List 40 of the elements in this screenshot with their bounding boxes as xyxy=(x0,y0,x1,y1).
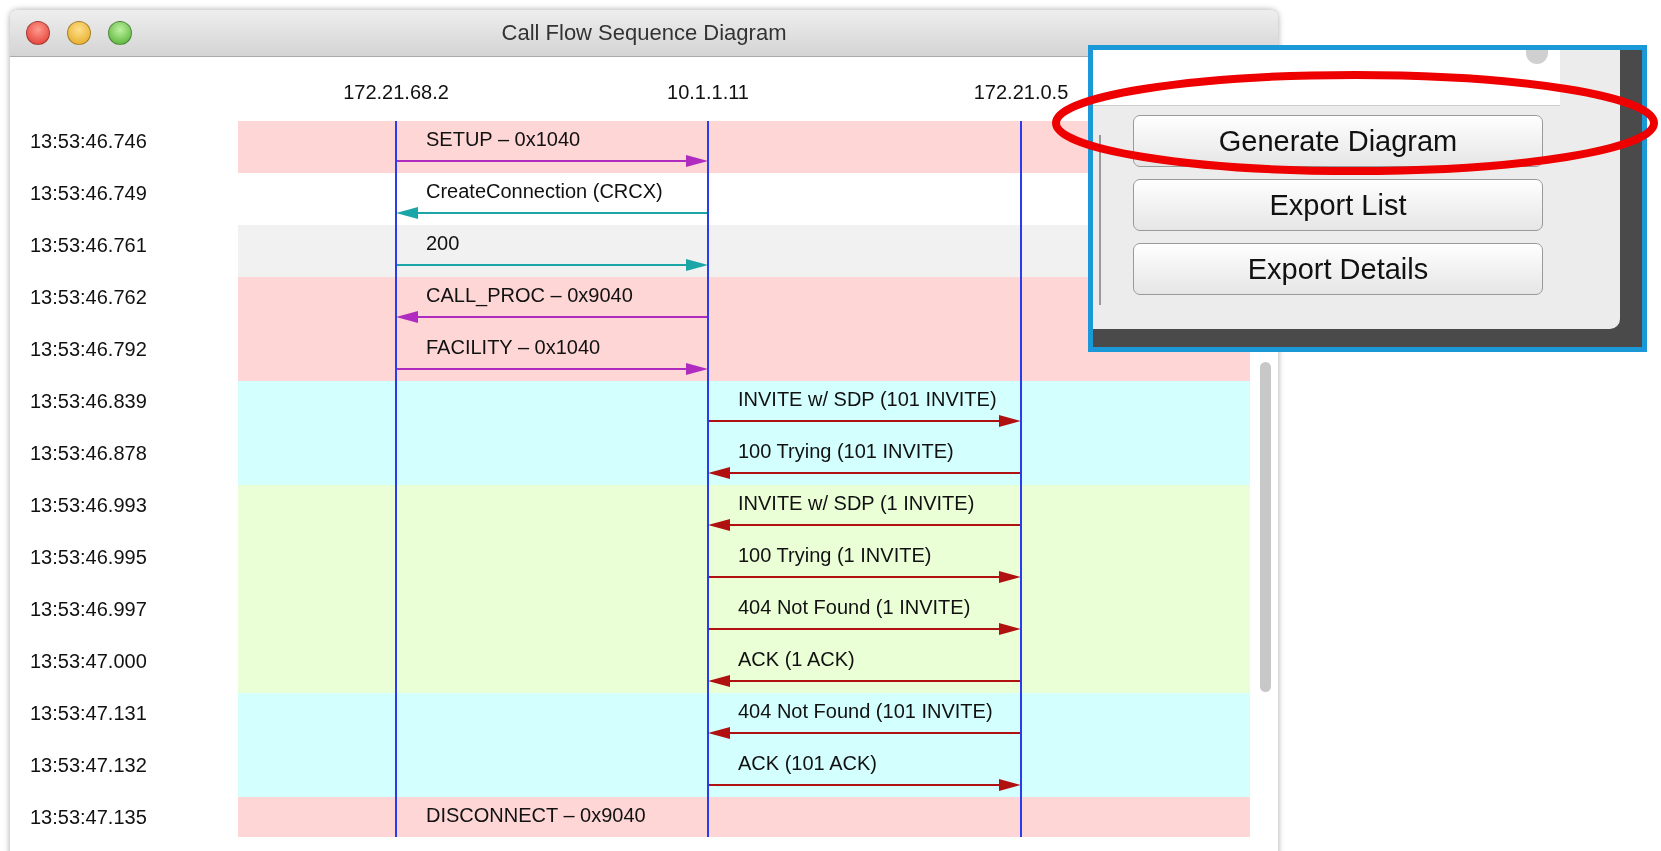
timestamp: 13:53:47.000 xyxy=(30,650,147,672)
message-label: 200 xyxy=(426,232,460,255)
action-button[interactable]: Export Details xyxy=(1133,243,1543,295)
timestamp: 13:53:46.762 xyxy=(30,286,147,308)
timestamp: 13:53:46.878 xyxy=(30,442,147,464)
message-label: 100 Trying (1 INVITE) xyxy=(738,544,932,567)
timestamp: 13:53:47.135 xyxy=(30,806,147,828)
scrollbar-thumb[interactable] xyxy=(1260,362,1271,692)
message-label: FACILITY – 0x1040 xyxy=(426,336,601,359)
scrollbar-thumb[interactable] xyxy=(1526,50,1548,64)
minimize-button[interactable] xyxy=(67,21,91,45)
message-label: INVITE w/ SDP (1 INVITE) xyxy=(738,492,975,515)
action-button[interactable]: Export List xyxy=(1133,179,1543,231)
message-label: ACK (101 ACK) xyxy=(738,752,877,775)
action-button[interactable]: Generate Diagram xyxy=(1133,115,1543,167)
lifeline-label: 10.1.1.11 xyxy=(667,81,749,104)
timestamp: 13:53:47.132 xyxy=(30,754,147,776)
message-label: DISCONNECT – 0x9040 xyxy=(426,804,646,827)
timestamp: 13:53:46.792 xyxy=(30,338,147,360)
timestamp: 13:53:46.749 xyxy=(30,182,147,204)
message-label: 404 Not Found (1 INVITE) xyxy=(738,596,971,619)
timestamp: 13:53:46.761 xyxy=(30,234,147,256)
timestamp: 13:53:46.839 xyxy=(30,390,147,412)
timestamp: 13:53:47.131 xyxy=(30,702,147,724)
message-label: CALL_PROC – 0x9040 xyxy=(426,284,633,307)
timestamp: 13:53:46.997 xyxy=(30,598,147,620)
timestamp: 13:53:46.746 xyxy=(30,130,147,152)
timestamp: 13:53:46.993 xyxy=(30,494,147,516)
close-button[interactable] xyxy=(26,21,50,45)
lifeline-label: 172.21.0.5 xyxy=(973,81,1069,104)
zoom-button[interactable] xyxy=(108,21,132,45)
message-label: SETUP – 0x1040 xyxy=(426,128,581,151)
message-label: 404 Not Found (101 INVITE) xyxy=(738,700,993,723)
message-label: ACK (1 ACK) xyxy=(738,648,855,671)
timestamp: 13:53:46.995 xyxy=(30,546,147,568)
message-label: CreateConnection (CRCX) xyxy=(426,180,663,203)
message-label: 100 Trying (101 INVITE) xyxy=(738,440,954,463)
lifeline-label: 172.21.68.2 xyxy=(343,81,449,104)
message-label: INVITE w/ SDP (101 INVITE) xyxy=(738,388,997,411)
window-title: Call Flow Sequence Diagram xyxy=(501,20,787,45)
